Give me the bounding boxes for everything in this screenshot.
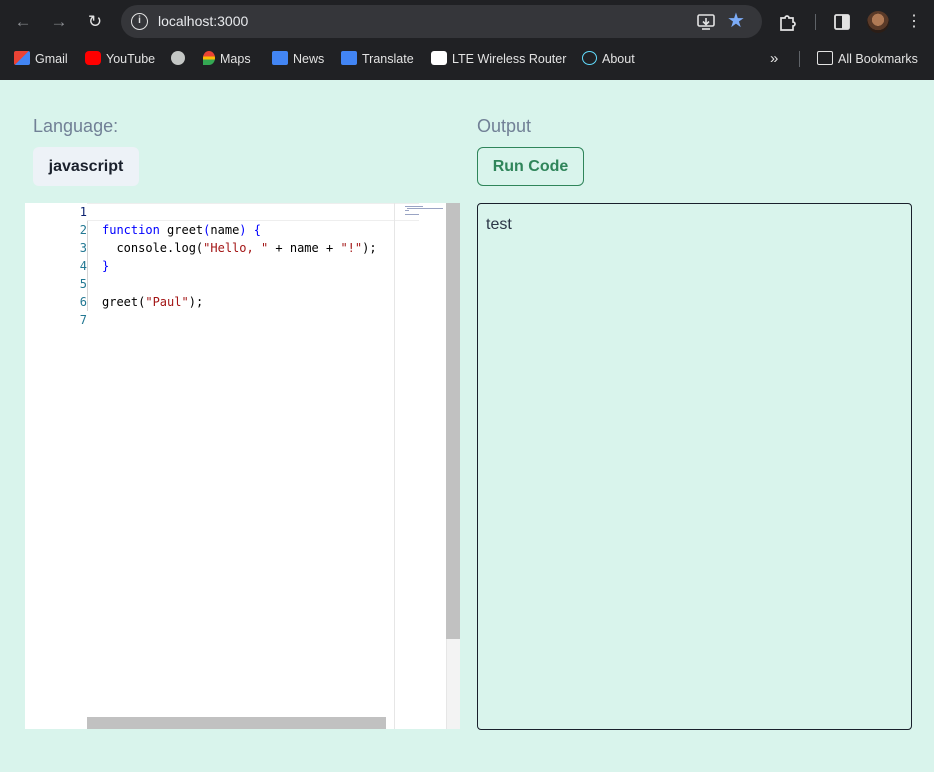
bookmark-gmail[interactable]: Gmail <box>14 50 68 68</box>
extensions-icon[interactable] <box>776 10 800 34</box>
bookmark-maps[interactable]: Maps <box>203 50 251 68</box>
bookmarks-bar: Gmail YouTube Maps News Translate LTE Wi… <box>0 44 934 74</box>
code-token: ) <box>239 223 247 237</box>
code-editor[interactable]: 1 2 3 4 5 6 7 function greet(name) { con… <box>25 203 460 729</box>
bookmark-globe[interactable] <box>171 50 190 68</box>
line-number: 3 <box>79 241 87 255</box>
youtube-icon <box>85 51 101 65</box>
code-token: { <box>253 223 261 237</box>
maps-icon <box>203 51 215 65</box>
language-select-button[interactable]: javascript <box>33 147 139 186</box>
bookmark-news[interactable]: News <box>272 50 324 68</box>
language-label: Language: <box>33 116 119 136</box>
code-token: } <box>102 259 110 273</box>
code-token: "Paul" <box>145 295 189 309</box>
folder-icon <box>817 51 833 65</box>
address-bar[interactable]: i localhost:3000 ★ <box>121 5 762 38</box>
line-number: 2 <box>79 223 87 237</box>
minimap-line <box>405 210 409 211</box>
code-token: function <box>102 223 160 237</box>
more-menu-icon[interactable]: ⋮ <box>902 10 926 34</box>
browser-toolbar: ← → ↻ i localhost:3000 ★ ⋮ <box>0 0 934 44</box>
line-number-gutter: 1 2 3 4 5 6 7 <box>25 203 87 729</box>
translate-icon <box>341 51 357 65</box>
code-token: ( <box>203 223 211 237</box>
minimap-line <box>405 214 419 215</box>
gmail-icon <box>14 51 30 65</box>
code-minimap[interactable] <box>394 203 446 729</box>
router-icon <box>431 51 447 65</box>
bookmark-translate[interactable]: Translate <box>341 50 414 68</box>
bookmark-youtube[interactable]: YouTube <box>85 50 155 68</box>
output-panel: test <box>477 203 912 730</box>
profile-avatar[interactable] <box>867 11 889 33</box>
bookmarks-divider <box>799 51 800 67</box>
browser-chrome: ← → ↻ i localhost:3000 ★ ⋮ Gmail YouTube… <box>0 0 934 80</box>
code-line[interactable]: greet("Paul"); <box>102 293 203 311</box>
bookmark-star-icon[interactable]: ★ <box>727 9 745 33</box>
current-line-highlight <box>87 203 419 221</box>
vertical-scrollbar-thumb[interactable] <box>446 203 460 639</box>
minimap-line <box>405 206 423 207</box>
bookmarks-overflow-icon[interactable]: » <box>770 50 778 68</box>
output-label: Output <box>477 116 532 136</box>
line-number: 4 <box>79 259 87 273</box>
back-arrow-icon[interactable]: ← <box>11 10 35 34</box>
react-icon <box>582 51 597 65</box>
horizontal-scrollbar-thumb[interactable] <box>87 717 386 729</box>
install-app-icon[interactable] <box>696 12 716 32</box>
forward-arrow-icon[interactable]: → <box>47 10 71 34</box>
line-number: 7 <box>79 313 87 327</box>
code-token: "Hello, " <box>203 241 269 255</box>
output-text: test <box>486 216 512 233</box>
reload-icon[interactable]: ↻ <box>83 10 107 34</box>
code-token: "!" <box>340 241 363 255</box>
bookmark-about[interactable]: About <box>582 50 635 68</box>
url-text[interactable]: localhost:3000 <box>158 13 248 29</box>
all-bookmarks[interactable]: All Bookmarks <box>817 50 918 68</box>
toolbar-divider <box>815 14 816 30</box>
globe-icon <box>171 51 185 65</box>
site-info-icon[interactable]: i <box>131 13 148 30</box>
line-number: 6 <box>79 295 87 309</box>
line-number: 5 <box>79 277 87 291</box>
minimap-line <box>407 208 443 209</box>
line-number: 1 <box>79 205 87 219</box>
news-icon <box>272 51 288 65</box>
bookmark-lte-router[interactable]: LTE Wireless Router <box>431 50 566 68</box>
run-code-button[interactable]: Run Code <box>477 147 584 186</box>
indent-guide <box>87 221 88 311</box>
code-line[interactable]: } <box>102 257 109 275</box>
code-line[interactable]: console.log("Hello, " + name + "!"); <box>102 239 376 257</box>
side-panel-icon[interactable] <box>830 10 854 34</box>
code-line[interactable]: function greet(name) { <box>102 221 261 239</box>
